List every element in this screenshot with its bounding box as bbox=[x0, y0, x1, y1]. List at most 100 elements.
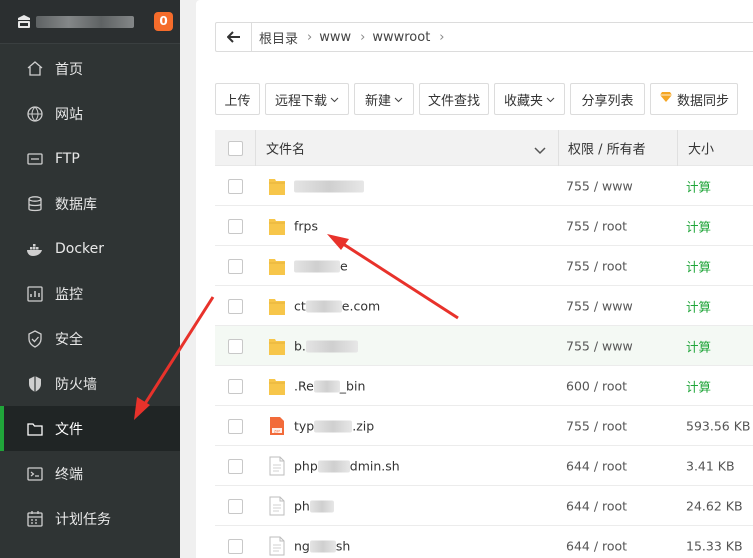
file-name[interactable]: ng sh bbox=[294, 538, 350, 553]
file-name[interactable]: .Re _bin bbox=[294, 378, 365, 393]
path-bar[interactable]: 根目录 › www › wwwroot › bbox=[215, 22, 753, 52]
chevron-down-icon bbox=[394, 92, 403, 107]
header-permission[interactable]: 权限 / 所有者 bbox=[568, 138, 646, 157]
button-label: 上传 bbox=[224, 93, 251, 109]
diamond-icon bbox=[659, 91, 673, 107]
blurred-text bbox=[309, 540, 336, 553]
file-size: 24.62 KB bbox=[686, 498, 743, 513]
divider bbox=[677, 130, 678, 166]
notification-badge[interactable]: 0 bbox=[154, 12, 173, 31]
file-size: 593.56 KB bbox=[686, 418, 751, 433]
file-name[interactable]: typ .zip bbox=[294, 418, 374, 433]
sidebar-item-1[interactable]: 网站 bbox=[0, 91, 180, 136]
table-row[interactable]: ng sh 644 / root 15.33 KB bbox=[215, 526, 753, 558]
sidebar-item-6[interactable]: 安全 bbox=[0, 316, 180, 361]
row-checkbox[interactable] bbox=[228, 498, 243, 514]
chevron-down-icon[interactable] bbox=[534, 144, 546, 159]
sidebar-item-label: 数据库 bbox=[55, 196, 97, 213]
blurred-text bbox=[305, 300, 342, 313]
file-permission[interactable]: 755 / www bbox=[566, 178, 633, 193]
back-button[interactable] bbox=[216, 23, 252, 51]
file-size: 15.33 KB bbox=[686, 538, 743, 553]
table-row[interactable]: ph 644 / root 24.62 KB bbox=[215, 486, 753, 526]
file-icon bbox=[268, 536, 286, 556]
file-permission[interactable]: 755 / root bbox=[566, 258, 627, 273]
file-permission[interactable]: 644 / root bbox=[566, 458, 627, 473]
sidebar-item-3[interactable]: 数据库 bbox=[0, 181, 180, 226]
sidebar-item-7[interactable]: 防火墙 bbox=[0, 361, 180, 406]
file-icon bbox=[268, 496, 286, 516]
file-permission[interactable]: 755 / root bbox=[566, 418, 627, 433]
table-row[interactable]: e 755 / root 计算 bbox=[215, 246, 753, 286]
new-button[interactable]: 新建 bbox=[354, 83, 414, 115]
header-size[interactable]: 大小 bbox=[688, 138, 714, 157]
zip-file-icon: ZIP bbox=[268, 416, 286, 436]
file-search-button[interactable]: 文件查找 bbox=[419, 83, 489, 115]
data-sync-button[interactable]: 数据同步 bbox=[650, 83, 738, 115]
blurred-text bbox=[314, 420, 353, 433]
table-row[interactable]: ZIP typ .zip 755 / root 593.56 KB bbox=[215, 406, 753, 446]
sidebar-item-2[interactable]: FTP bbox=[0, 136, 180, 181]
file-name-prefix: frps bbox=[294, 218, 318, 233]
arrow-left-icon bbox=[226, 31, 240, 43]
breadcrumb-www[interactable]: www › bbox=[319, 30, 365, 45]
row-checkbox[interactable] bbox=[228, 218, 243, 234]
file-name[interactable]: frps bbox=[294, 218, 318, 233]
blurred-text bbox=[317, 460, 350, 473]
file-name[interactable] bbox=[294, 178, 364, 193]
file-size[interactable]: 计算 bbox=[686, 296, 711, 315]
table-row[interactable]: php dmin.sh 644 / root 3.41 KB bbox=[215, 446, 753, 486]
breadcrumb-wwwroot[interactable]: wwwroot › bbox=[372, 30, 444, 45]
server-header[interactable] bbox=[0, 0, 180, 44]
file-name[interactable]: php dmin.sh bbox=[294, 458, 400, 473]
file-size[interactable]: 计算 bbox=[686, 176, 711, 195]
sidebar-item-10[interactable]: 计划任务 bbox=[0, 496, 180, 541]
row-checkbox[interactable] bbox=[228, 298, 243, 314]
row-checkbox[interactable] bbox=[228, 258, 243, 274]
sidebar-item-8[interactable]: 文件 bbox=[0, 406, 180, 451]
file-name[interactable]: e bbox=[294, 258, 348, 273]
blurred-text bbox=[294, 260, 340, 273]
folder-icon bbox=[268, 336, 286, 356]
file-permission[interactable]: 755 / www bbox=[566, 298, 633, 313]
sidebar-item-4[interactable]: Docker bbox=[0, 226, 180, 271]
table-row[interactable]: .Re _bin 600 / root 计算 bbox=[215, 366, 753, 406]
row-checkbox[interactable] bbox=[228, 418, 243, 434]
file-permission[interactable]: 600 / root bbox=[566, 378, 627, 393]
file-size[interactable]: 计算 bbox=[686, 256, 711, 275]
header-filename[interactable]: 文件名 bbox=[266, 138, 305, 157]
breadcrumb-root[interactable]: 根目录 › bbox=[259, 28, 312, 47]
file-name[interactable]: ct e.com bbox=[294, 298, 380, 313]
file-size[interactable]: 计算 bbox=[686, 336, 711, 355]
file-size[interactable]: 计算 bbox=[686, 216, 711, 235]
table-header: 文件名 权限 / 所有者 大小 bbox=[215, 130, 753, 166]
table-row[interactable]: 755 / www 计算 bbox=[215, 166, 753, 206]
sidebar-item-0[interactable]: 首页 bbox=[0, 46, 180, 91]
table-row[interactable]: b. 755 / www 计算 bbox=[215, 326, 753, 366]
table-row[interactable]: frps 755 / root 计算 bbox=[215, 206, 753, 246]
row-checkbox[interactable] bbox=[228, 458, 243, 474]
row-checkbox[interactable] bbox=[228, 378, 243, 394]
row-checkbox[interactable] bbox=[228, 338, 243, 354]
file-permission[interactable]: 644 / root bbox=[566, 538, 627, 553]
sidebar-item-5[interactable]: 监控 bbox=[0, 271, 180, 316]
sidebar-item-9[interactable]: 终端 bbox=[0, 451, 180, 496]
favorites-button[interactable]: 收藏夹 bbox=[494, 83, 565, 115]
select-all-checkbox[interactable] bbox=[228, 140, 243, 156]
upload-button[interactable]: 上传 bbox=[215, 83, 260, 115]
share-list-button[interactable]: 分享列表 bbox=[570, 83, 645, 115]
table-row[interactable]: ct e.com 755 / www 计算 bbox=[215, 286, 753, 326]
file-name[interactable]: b. bbox=[294, 338, 358, 353]
file-size[interactable]: 计算 bbox=[686, 376, 711, 395]
server-name-blurred bbox=[36, 15, 134, 28]
file-permission[interactable]: 644 / root bbox=[566, 498, 627, 513]
file-name-suffix: dmin.sh bbox=[349, 458, 400, 473]
file-permission[interactable]: 755 / www bbox=[566, 338, 633, 353]
file-name[interactable]: ph bbox=[294, 498, 334, 513]
file-permission[interactable]: 755 / root bbox=[566, 218, 627, 233]
row-checkbox[interactable] bbox=[228, 538, 243, 554]
chevron-down-icon bbox=[546, 92, 555, 107]
toolbar: 上传 远程下载 新建 文件查找 收藏夹 分享列表 数据同步 bbox=[215, 83, 743, 115]
remote-download-button[interactable]: 远程下载 bbox=[265, 83, 349, 115]
row-checkbox[interactable] bbox=[228, 178, 243, 194]
